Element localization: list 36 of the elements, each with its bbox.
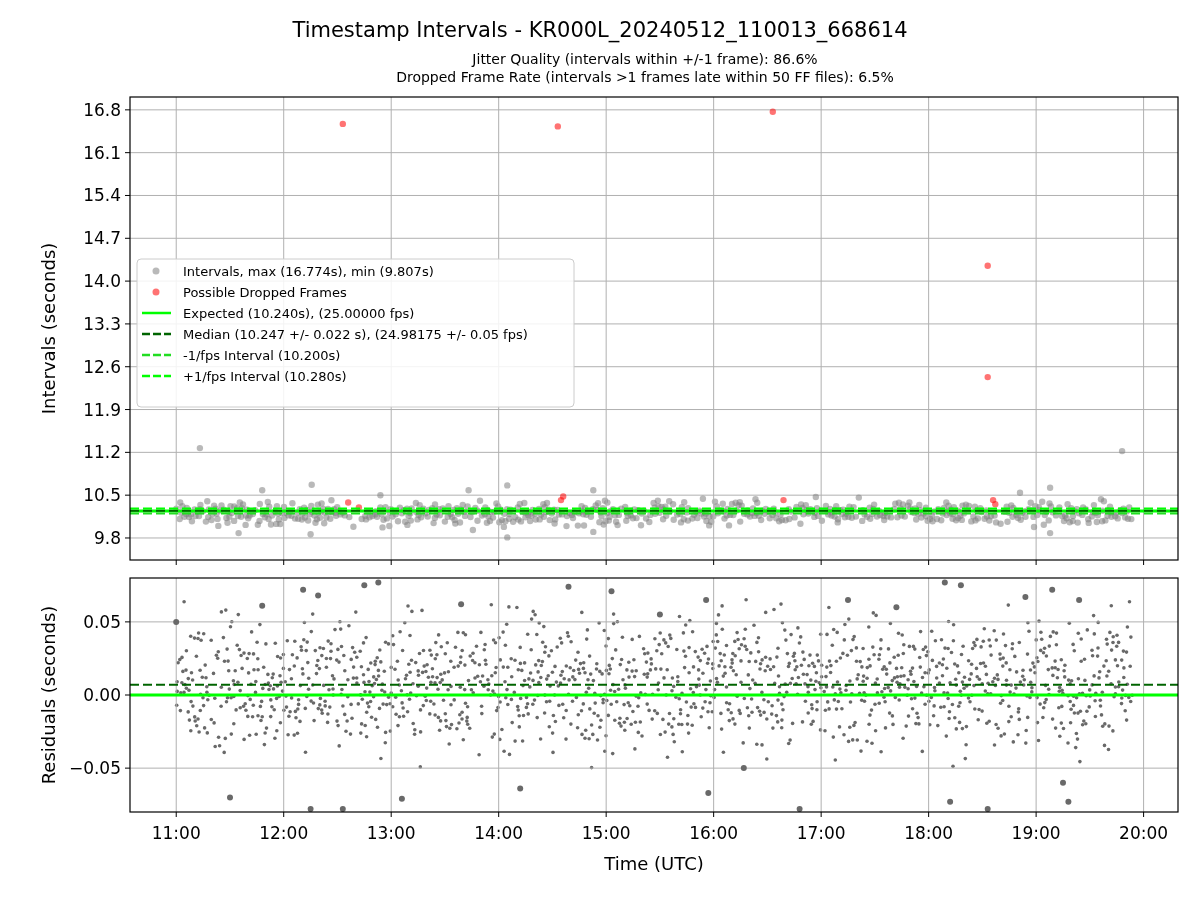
y-tick-label: 14.0	[83, 271, 121, 292]
x-tick-label: 11:00	[151, 823, 201, 843]
y-tick-label: 15.4	[83, 185, 121, 206]
chart-title: Timestamp Intervals - KR000L_20240512_110013_668614	[292, 18, 908, 42]
legend-label: +1/fps Interval (10.280s)	[183, 368, 347, 384]
chart-subtitle: Jitter Quality (intervals within +/-1 frame): 86.6%	[472, 51, 818, 67]
y-tick-label: 0.05	[83, 611, 121, 632]
x-axis-label: Time (UTC)	[604, 853, 704, 874]
y-tick-label: 12.6	[83, 356, 121, 377]
x-tick-label: 12:00	[259, 823, 309, 843]
chart-subtitle: Dropped Frame Rate (intervals >1 frames late within 50 FF files): 6.5%	[396, 69, 894, 85]
y-tick-label: 13.3	[83, 313, 121, 334]
y-axis-label: Intervals (seconds)	[38, 242, 59, 415]
x-tick-label: 20:00	[1119, 823, 1169, 843]
y-tick-label: 11.2	[83, 442, 121, 463]
y-tick-label: 11.9	[83, 399, 121, 420]
x-tick-label: 14:00	[474, 823, 524, 843]
x-tick-label: 13:00	[366, 823, 416, 843]
legend-label: Median (10.247 +/- 0.022 s), (24.98175 +/- 0.05 fps)	[183, 326, 528, 342]
legend-label: -1/fps Interval (10.200s)	[183, 347, 341, 363]
y-axis-label: Residuals (seconds)	[38, 605, 59, 785]
legend-label: Possible Dropped Frames	[183, 284, 347, 300]
y-tick-label: 14.7	[83, 228, 121, 249]
x-tick-label: 16:00	[689, 823, 739, 843]
y-tick-label: 0.00	[83, 685, 121, 705]
x-tick-label: 19:00	[1011, 823, 1061, 843]
x-tick-label: 15:00	[581, 823, 631, 843]
legend-label: Intervals, max (16.774s), min (9.807s)	[183, 263, 434, 279]
y-tick-label: −0.05	[68, 758, 121, 779]
x-tick-label: 17:00	[796, 823, 846, 843]
y-tick-label: 16.1	[83, 142, 121, 163]
legend-label: Expected (10.240s), (25.00000 fps)	[183, 305, 415, 321]
y-tick-label: 10.5	[83, 485, 121, 506]
x-tick-label: 18:00	[904, 823, 954, 843]
y-tick-label: 9.8	[93, 528, 121, 548]
y-tick-label: 16.8	[83, 99, 121, 120]
